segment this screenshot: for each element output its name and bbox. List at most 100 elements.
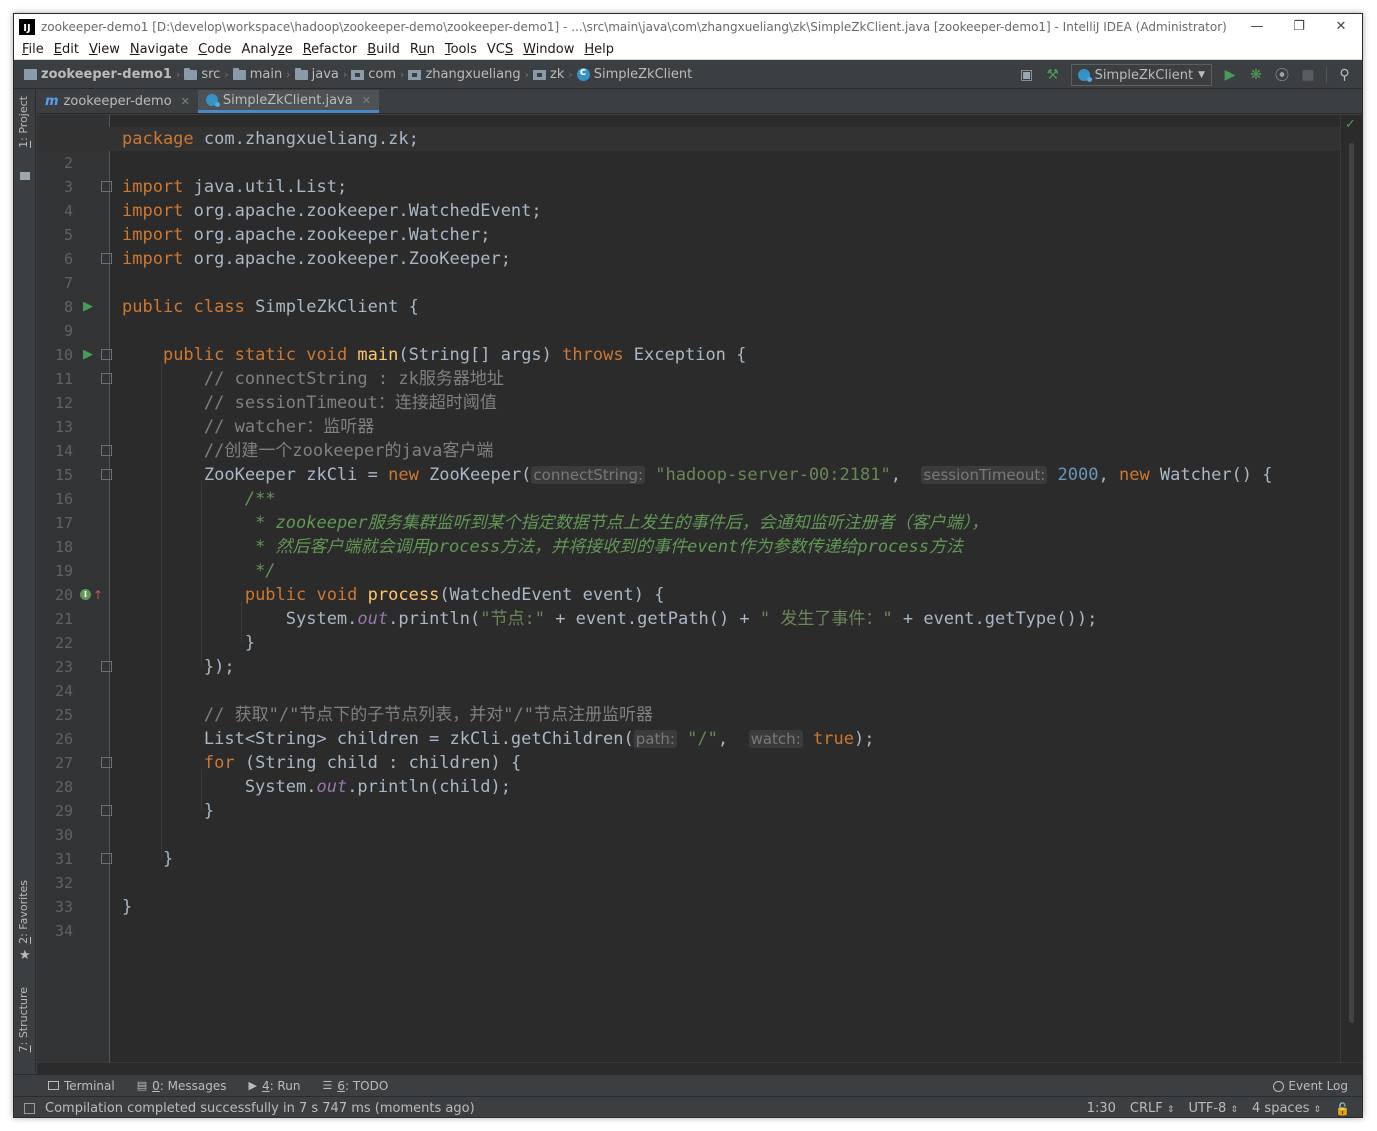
- code-line[interactable]: // 获取"/"节点下的子节点列表，并对"/"节点注册监听器: [122, 703, 653, 727]
- tool-tab-project[interactable]: 1: Project: [17, 96, 30, 148]
- menu-item[interactable]: VCS: [482, 42, 518, 57]
- code-line[interactable]: import org.apache.zookeeper.ZooKeeper;: [122, 247, 511, 271]
- code-line[interactable]: import org.apache.zookeeper.WatchedEvent…: [122, 199, 542, 223]
- coverage-icon[interactable]: ⦿: [1274, 67, 1290, 84]
- run-configuration-select[interactable]: SimpleZkClient ▼: [1070, 64, 1212, 86]
- code-line[interactable]: }: [122, 895, 132, 919]
- encoding-widget[interactable]: UTF-8 ⇕: [1188, 1101, 1238, 1116]
- menu-item[interactable]: Run: [405, 42, 440, 57]
- code-line[interactable]: // connectString : zk服务器地址: [122, 367, 504, 391]
- tab-zookeeper-demo[interactable]: m zookeeper-demo ✕: [37, 90, 198, 113]
- window-title: zookeeper-demo1 [D:\develop\workspace\ha…: [41, 19, 1227, 34]
- code-line[interactable]: System.out.println(child);: [122, 775, 511, 799]
- vertical-scrollbar[interactable]: [1349, 143, 1354, 1023]
- code-line[interactable]: ZooKeeper zkCli = new ZooKeeper(connectS…: [122, 463, 1273, 487]
- code-line[interactable]: public void process(WatchedEvent event) …: [122, 583, 665, 607]
- debug-icon[interactable]: ❋: [1248, 67, 1264, 83]
- project-structure-icon[interactable]: ▣: [1019, 67, 1035, 83]
- tool-tab-favorites[interactable]: 2: Favorites: [17, 880, 30, 944]
- menu-item[interactable]: Tools: [440, 42, 482, 57]
- breadcrumb-item[interactable]: SimpleZkClient: [576, 65, 692, 82]
- event-log-button[interactable]: Event Log: [1273, 1075, 1348, 1097]
- ide-window: IJ zookeeper-demo1 [D:\develop\workspace…: [13, 13, 1363, 1118]
- breadcrumb-separator-icon: ›: [224, 68, 229, 81]
- check-icon: ✓: [1345, 117, 1356, 132]
- run-gutter-icon[interactable]: ▶: [83, 295, 93, 319]
- menu-item[interactable]: Navigate: [125, 42, 193, 57]
- code-line[interactable]: * zookeeper服务集群监听到某个指定数据节点上发生的事件后，会通知监听注…: [122, 511, 988, 535]
- run-gutter-icon[interactable]: ▶: [83, 343, 93, 367]
- close-tab-icon[interactable]: ✕: [362, 94, 371, 107]
- code-area[interactable]: package com.zhangxueliang.zk; import java…: [37, 115, 1353, 1062]
- tool-tab-terminal[interactable]: Terminal: [48, 1079, 115, 1093]
- code-line[interactable]: }: [122, 631, 255, 655]
- search-icon[interactable]: ⚲: [1326, 67, 1352, 83]
- menu-item[interactable]: Analyze: [236, 42, 297, 57]
- code-line[interactable]: public class SimpleZkClient {: [122, 295, 419, 319]
- speech-bubble-icon: [1273, 1080, 1285, 1092]
- menu-item-mnemonic: S: [504, 41, 514, 57]
- code-line[interactable]: /**: [122, 487, 276, 511]
- tool-tab-structure-number: 7: [17, 1045, 30, 1053]
- code-line[interactable]: // watcher：监听器: [122, 415, 374, 439]
- code-line[interactable]: }: [122, 847, 173, 871]
- code-line[interactable]: * 然后客户端就会调用process方法，并将接收到的事件event作为参数传递…: [122, 535, 963, 559]
- code-token: SimpleZkClient {: [255, 297, 419, 317]
- code-line[interactable]: import org.apache.zookeeper.Watcher;: [122, 223, 490, 247]
- line-separator-widget[interactable]: CRLF ⇕: [1130, 1101, 1175, 1116]
- code-line[interactable]: public static void main(String[] args) t…: [122, 343, 746, 367]
- code-line[interactable]: }: [122, 799, 214, 823]
- tool-window-bar: Terminal ▤ 0: Messages ▶ 4: Run ☰ 6: TODO E…: [14, 1074, 1362, 1096]
- menu-item[interactable]: Help: [579, 42, 619, 57]
- menu-item[interactable]: Build: [362, 42, 405, 57]
- restore-icon[interactable]: ❐: [1278, 14, 1320, 39]
- close-tab-icon[interactable]: ✕: [181, 95, 190, 108]
- caret-position[interactable]: 1:30: [1087, 1101, 1116, 1116]
- run-icon[interactable]: ▶: [1222, 67, 1238, 83]
- breadcrumb-item[interactable]: zookeeper-demo1: [24, 67, 172, 82]
- code-editor[interactable]: 12345678▶910▶11121314151617181920I↑21222…: [37, 115, 1353, 1062]
- line-number: 33: [54, 898, 73, 916]
- parameter-hint: watch:: [748, 730, 803, 748]
- terminal-icon: [48, 1081, 59, 1090]
- code-line[interactable]: System.out.println("节点:" + event.getPath…: [122, 607, 1098, 631]
- toggle-tool-windows-icon[interactable]: [24, 1102, 35, 1114]
- code-line[interactable]: import java.util.List;: [122, 175, 347, 199]
- build-hammer-icon[interactable]: ⚒: [1045, 67, 1061, 83]
- stop-icon[interactable]: ■: [1300, 67, 1316, 83]
- implements-method-icon[interactable]: I: [80, 589, 91, 600]
- code-line[interactable]: //创建一个zookeeper的java客户端: [122, 439, 494, 463]
- breadcrumb-item[interactable]: zk: [533, 67, 564, 82]
- breadcrumb-item[interactable]: zhangxueliang: [408, 67, 521, 82]
- tool-tab-todo[interactable]: ☰ 6: TODO: [322, 1079, 388, 1093]
- menu-item-text: dit: [62, 41, 79, 57]
- breadcrumb-item[interactable]: src: [184, 67, 220, 82]
- code-line[interactable]: package com.zhangxueliang.zk;: [122, 127, 419, 151]
- breadcrumb-item[interactable]: java: [294, 67, 339, 82]
- tool-tab-structure[interactable]: 7: Structure: [17, 987, 30, 1052]
- lock-icon[interactable]: 🔓: [1335, 1102, 1350, 1116]
- menu-item[interactable]: Refactor: [298, 42, 363, 57]
- menu-item[interactable]: View: [84, 42, 125, 57]
- menu-item[interactable]: File: [17, 42, 49, 57]
- tool-tab-messages[interactable]: ▤ 0: Messages: [137, 1079, 227, 1093]
- code-line[interactable]: List<String> children = zkCli.getChildre…: [122, 727, 875, 751]
- code-line[interactable]: });: [122, 655, 235, 679]
- code-line[interactable]: // sessionTimeout：连接超时阈值: [122, 391, 497, 415]
- breadcrumb-item[interactable]: main: [232, 67, 282, 82]
- code-line[interactable]: */: [122, 559, 275, 583]
- menu-item[interactable]: Window: [518, 42, 579, 57]
- indent-widget[interactable]: 4 spaces ⇕: [1252, 1101, 1321, 1116]
- code-token: * zookeeper服务集群监听到某个指定数据节点上发生的事件后，会通知监听注…: [255, 513, 989, 533]
- code-line[interactable]: for (String child : children) {: [122, 751, 521, 775]
- menu-item[interactable]: Code: [193, 42, 236, 57]
- code-token: org.apache.zookeeper.WatchedEvent;: [193, 201, 542, 221]
- menu-item[interactable]: Edit: [49, 42, 84, 57]
- breadcrumb-item[interactable]: com: [351, 67, 396, 82]
- tool-tab-run[interactable]: ▶ 4: Run: [248, 1079, 300, 1093]
- minimize-icon[interactable]: —: [1236, 14, 1278, 39]
- tab-simplezkclient[interactable]: SimpleZkClient.java ✕: [197, 90, 379, 113]
- horizontal-scrollbar[interactable]: [37, 1062, 1362, 1074]
- close-icon[interactable]: ✕: [1320, 14, 1362, 39]
